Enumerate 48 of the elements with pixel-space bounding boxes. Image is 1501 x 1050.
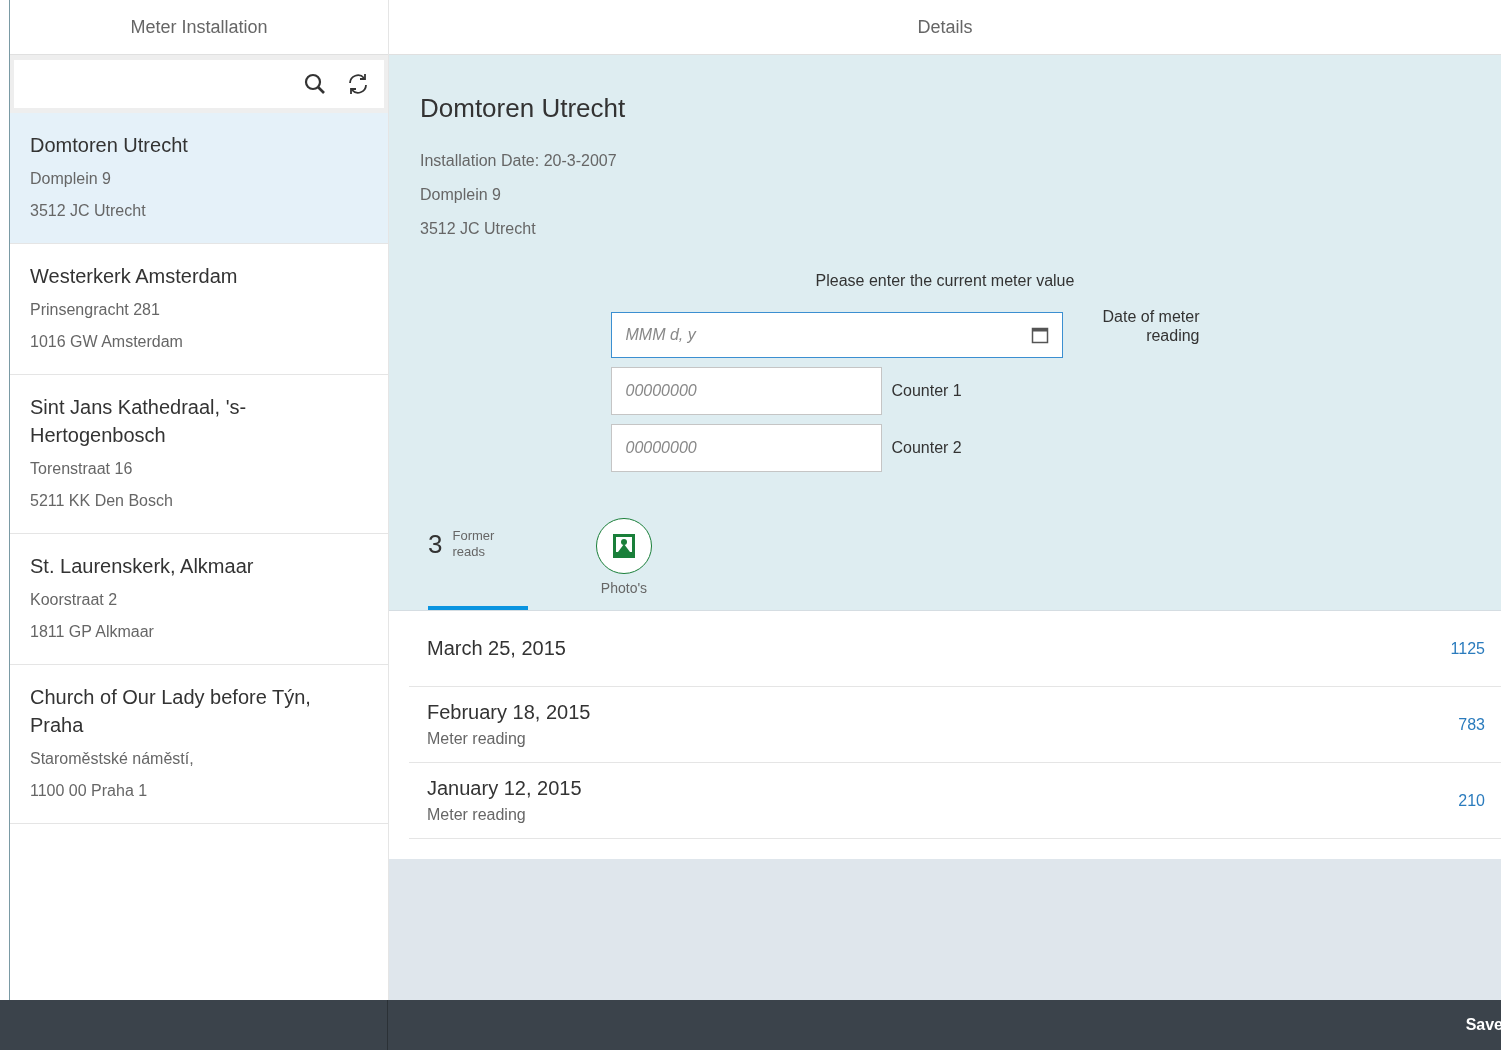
tab-label: Photo's xyxy=(600,580,648,596)
calendar-icon[interactable] xyxy=(1030,326,1049,344)
reading-value: 783 xyxy=(1458,715,1485,734)
list-item[interactable]: Domtoren Utrecht Domplein 9 3512 JC Utrecht xyxy=(10,113,388,244)
item-address: Koorstraat 2 xyxy=(30,590,119,610)
reading-row[interactable]: February 18, 2015 Meter reading 783 xyxy=(409,687,1501,763)
detail-heading: Domtoren Utrecht xyxy=(420,93,627,124)
form-prompt: Please enter the current meter value xyxy=(815,272,1075,290)
reading-row[interactable]: January 12, 2015 Meter reading 210 xyxy=(409,763,1501,839)
refresh-icon[interactable] xyxy=(346,72,370,96)
item-title: Westerkerk Amsterdam xyxy=(30,264,239,289)
field-label: Counter 1 xyxy=(891,382,962,400)
item-address: 5211 KK Den Bosch xyxy=(30,491,174,511)
tab[interactable]: Photo's xyxy=(574,516,674,610)
item-title: Sint Jans Kathedraal, 's-Hertogenbosch xyxy=(30,395,248,448)
field-label: Counter 2 xyxy=(891,439,962,457)
detail-info: Installation Date: 20-3-2007 xyxy=(420,151,618,171)
item-address: 3512 JC Utrecht xyxy=(30,201,147,221)
reading-row[interactable]: March 25, 2015 1125 xyxy=(409,611,1501,687)
detail-info: Domplein 9 xyxy=(420,185,502,205)
item-title: St. Laurenskerk, Alkmaar xyxy=(30,554,255,579)
field-label: Date of meter reading xyxy=(1101,307,1200,345)
panel-title: Details xyxy=(917,16,973,38)
tab-label: Former reads xyxy=(452,528,496,560)
item-address: Torenstraat 16 xyxy=(30,459,134,479)
item-title: Domtoren Utrecht xyxy=(30,133,189,158)
counter-field[interactable]: 00000000 xyxy=(610,424,882,472)
reading-date: February 18, 2015 xyxy=(427,701,591,724)
item-address: 1811 GP Alkmaar xyxy=(30,622,155,642)
reading-value: 210 xyxy=(1458,791,1485,810)
counter-field[interactable]: 00000000 xyxy=(610,367,882,415)
item-address: 1016 GW Amsterdam xyxy=(30,332,184,352)
photo-icon xyxy=(596,518,652,574)
date-field[interactable]: MMM d, y xyxy=(610,312,1063,358)
search-icon[interactable] xyxy=(304,73,326,95)
reading-type: Meter reading xyxy=(427,806,527,824)
reading-date: January 12, 2015 xyxy=(427,777,582,800)
item-address: Prinsengracht 281 xyxy=(30,300,161,320)
detail-info: 3512 JC Utrecht xyxy=(420,219,537,239)
reading-date: March 25, 2015 xyxy=(427,637,566,660)
item-address: Staroměstské náměstí, xyxy=(30,749,195,769)
item-title: Church of Our Lady before Týn, Praha xyxy=(30,685,312,738)
panel-title: Meter Installation xyxy=(130,16,268,38)
tab-count: 3 xyxy=(428,528,443,560)
reading-type: Meter reading xyxy=(427,730,527,748)
reading-value: 1125 xyxy=(1450,639,1485,658)
item-address: 1100 00 Praha 1 xyxy=(30,781,149,801)
item-address: Domplein 9 xyxy=(30,169,112,189)
